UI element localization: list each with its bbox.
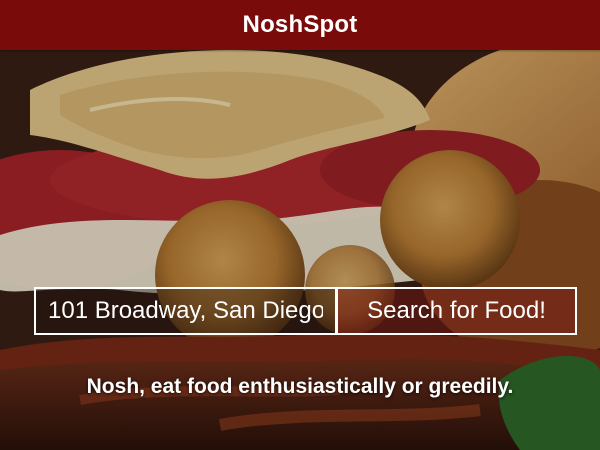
app-root: NoshSpot 101 Broadway, San Diego, CA Sea…	[0, 0, 600, 450]
hero-tagline: Nosh, eat food enthusiastically or greed…	[86, 375, 514, 398]
address-input[interactable]	[34, 287, 337, 335]
search-for-food-button[interactable]: Search for Food!	[336, 287, 577, 335]
brand-logo-text[interactable]: NoshSpot	[243, 11, 358, 39]
top-navbar: NoshSpot	[0, 0, 600, 50]
search-bar: Search for Food!	[34, 287, 578, 335]
